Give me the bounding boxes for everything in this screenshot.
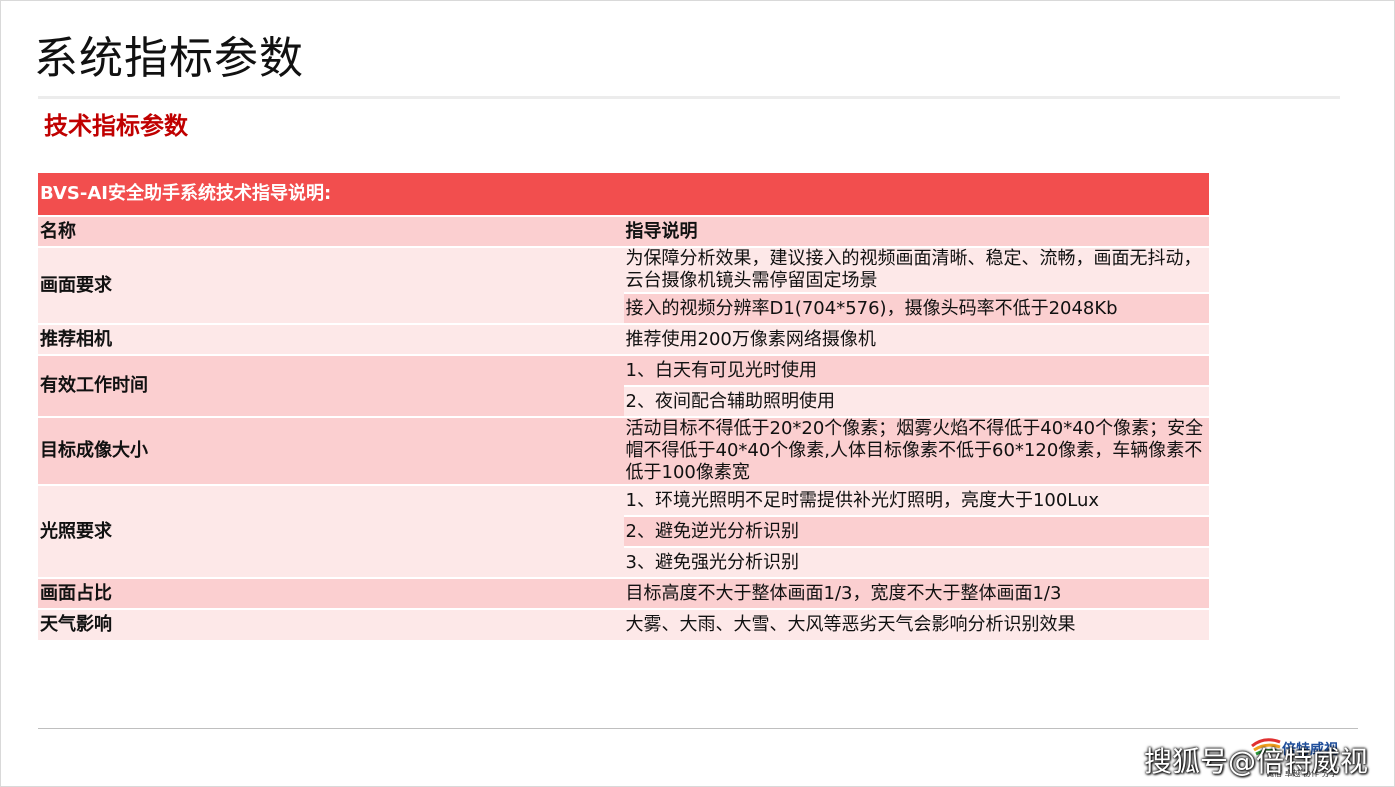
col-desc-header: 指导说明 bbox=[623, 215, 1209, 247]
row-name: 推荐相机 bbox=[38, 323, 624, 355]
table-row: 天气影响 大雾、大雨、大雪、大风等恶劣天气会影响分析识别效果 bbox=[38, 608, 1209, 640]
row-item: 目标高度不大于整体画面1/3，宽度不大于整体画面1/3 bbox=[623, 577, 1209, 609]
row-item: 1、环境光照明不足时需提供补光灯照明，亮度大于100Lux bbox=[623, 484, 1209, 516]
table-row: 光照要求 1、环境光照明不足时需提供补光灯照明，亮度大于100Lux bbox=[38, 484, 1209, 578]
section-heading: 技术指标参数 bbox=[44, 112, 188, 140]
table-row: 画面占比 目标高度不大于整体画面1/3，宽度不大于整体画面1/3 bbox=[38, 577, 1209, 609]
table-row: 目标成像大小 活动目标不得低于20*20个像素；烟雾火焰不得低于40*40个像素… bbox=[38, 416, 1209, 485]
row-item: 推荐使用200万像素网络摄像机 bbox=[623, 323, 1209, 355]
row-item: 大雾、大雨、大雪、大风等恶劣天气会影响分析识别效果 bbox=[623, 608, 1209, 640]
row-item: 3、避免强光分析识别 bbox=[623, 546, 1209, 578]
row-item: 1、白天有可见光时使用 bbox=[623, 354, 1209, 386]
table-header: BVS-AI安全助手系统技术指导说明: bbox=[38, 173, 1209, 216]
row-item: 2、避免逆光分析识别 bbox=[623, 515, 1209, 547]
page-title: 系统指标参数 bbox=[34, 33, 304, 84]
row-name: 画面要求 bbox=[38, 246, 624, 324]
row-name: 目标成像大小 bbox=[38, 416, 624, 485]
table-row: 画面要求 为保障分析效果，建议接入的视频画面清晰、稳定、流畅，画面无抖动，云台摄… bbox=[38, 246, 1209, 324]
row-name: 光照要求 bbox=[38, 484, 624, 578]
table-row: 有效工作时间 1、白天有可见光时使用 bbox=[38, 354, 1209, 417]
row-item: 2、夜间配合辅助照明使用 bbox=[623, 385, 1209, 417]
row-item: 为保障分析效果，建议接入的视频画面清晰、稳定、流畅，画面无抖动，云台摄像机镜头需… bbox=[623, 246, 1209, 293]
table-row: 推荐相机 推荐使用200万像素网络摄像机 bbox=[38, 323, 1209, 355]
col-name-header: 名称 bbox=[38, 215, 624, 247]
row-name: 画面占比 bbox=[38, 577, 624, 609]
row-name: 有效工作时间 bbox=[38, 354, 624, 417]
title-divider bbox=[38, 96, 1340, 99]
spec-table: BVS-AI安全助手系统技术指导说明: 名称 指导说明 画面要求 为保障分析效果… bbox=[38, 173, 1209, 640]
watermark: 搜狐号@倍特威视 bbox=[1144, 745, 1369, 778]
table-header-row: BVS-AI安全助手系统技术指导说明: bbox=[38, 173, 1209, 216]
table-column-header-row: 名称 指导说明 bbox=[38, 215, 1209, 247]
footer-divider bbox=[38, 728, 1358, 729]
row-name: 天气影响 bbox=[38, 608, 624, 640]
row-item: 活动目标不得低于20*20个像素；烟雾火焰不得低于40*40个像素；安全帽不得低… bbox=[623, 416, 1209, 485]
row-item: 接入的视频分辨率D1(704*576)，摄像头码率不低于2048Kb bbox=[623, 292, 1209, 324]
